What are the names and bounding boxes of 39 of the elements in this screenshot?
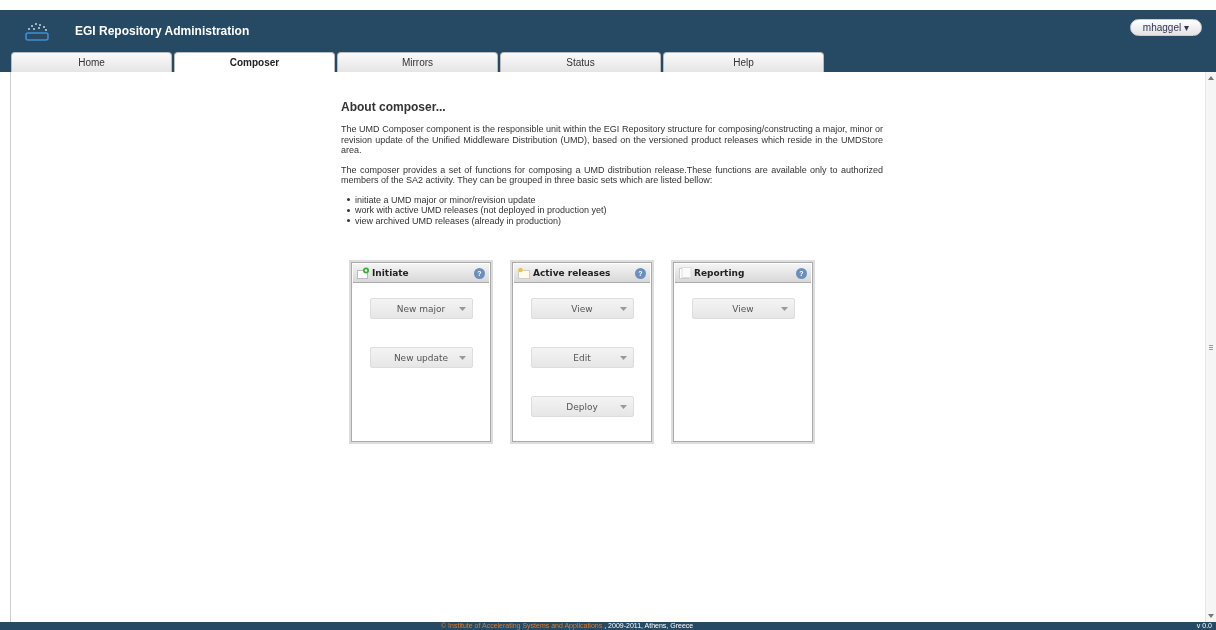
user-menu-button[interactable]: mhaggel ▾ (1129, 18, 1202, 36)
nav-tab[interactable]: Composer (174, 52, 335, 72)
logo-icon (24, 21, 50, 41)
scroll-up-icon[interactable] (1208, 76, 1214, 80)
dropdown-button[interactable]: Edit (530, 347, 634, 368)
nav-tab[interactable]: Home (11, 52, 172, 72)
nav-tab[interactable]: Mirrors (337, 52, 498, 72)
paragraph: The composer provides a set of functions for composing a UMD distribution release.These functions are available only to authorized members of the SA2 activity. They can be grouped in three basic sets which are listed bellow: (341, 164, 883, 186)
dropdown-button[interactable]: View (530, 298, 634, 319)
list-item: work with active UMD releases (not deployed in production yet) (355, 205, 607, 216)
folder-icon (518, 267, 531, 279)
dropdown-button[interactable]: New major (369, 298, 473, 319)
caret-icon (780, 307, 788, 311)
nav-tab[interactable]: Status (500, 52, 661, 72)
add-page-icon (357, 267, 370, 279)
scroll-grip-icon (1209, 344, 1213, 350)
bullet-icon (347, 198, 350, 202)
dropdown-button[interactable]: Deploy (530, 396, 634, 417)
scroll-down-icon[interactable] (1208, 614, 1214, 618)
panel-title: Reporting (694, 268, 746, 278)
caret-icon (619, 307, 627, 311)
caret-icon (619, 405, 627, 409)
document-icon (679, 267, 692, 279)
panel-title: Active releases (533, 268, 612, 278)
scrollbar[interactable] (1205, 72, 1216, 622)
dropdown-button[interactable]: View (691, 298, 795, 319)
nav-tab[interactable]: Help (663, 52, 824, 72)
paragraph: The UMD Composer component is the responsible unit within the EGI Repository structure for composing/constructing a major, minor or revision update of the Unified Middleware Distribution (UMD), based on the versioned product releases which reside in the UMDStore area. (341, 124, 883, 156)
bullet-icon (347, 219, 350, 223)
bullet-icon (347, 208, 350, 212)
app-title: EGI Repository Administration (75, 24, 251, 38)
section-heading: About composer... (341, 100, 447, 114)
caret-icon (458, 356, 466, 360)
caret-icon (458, 307, 466, 311)
caret-icon (619, 356, 627, 360)
panel-title: Initiate (372, 268, 410, 278)
list-item: initiate a UMD major or minor/revision update (355, 194, 536, 205)
dropdown-button[interactable]: New update (369, 347, 473, 368)
list-item: view archived UMD releases (already in production) (355, 215, 562, 226)
